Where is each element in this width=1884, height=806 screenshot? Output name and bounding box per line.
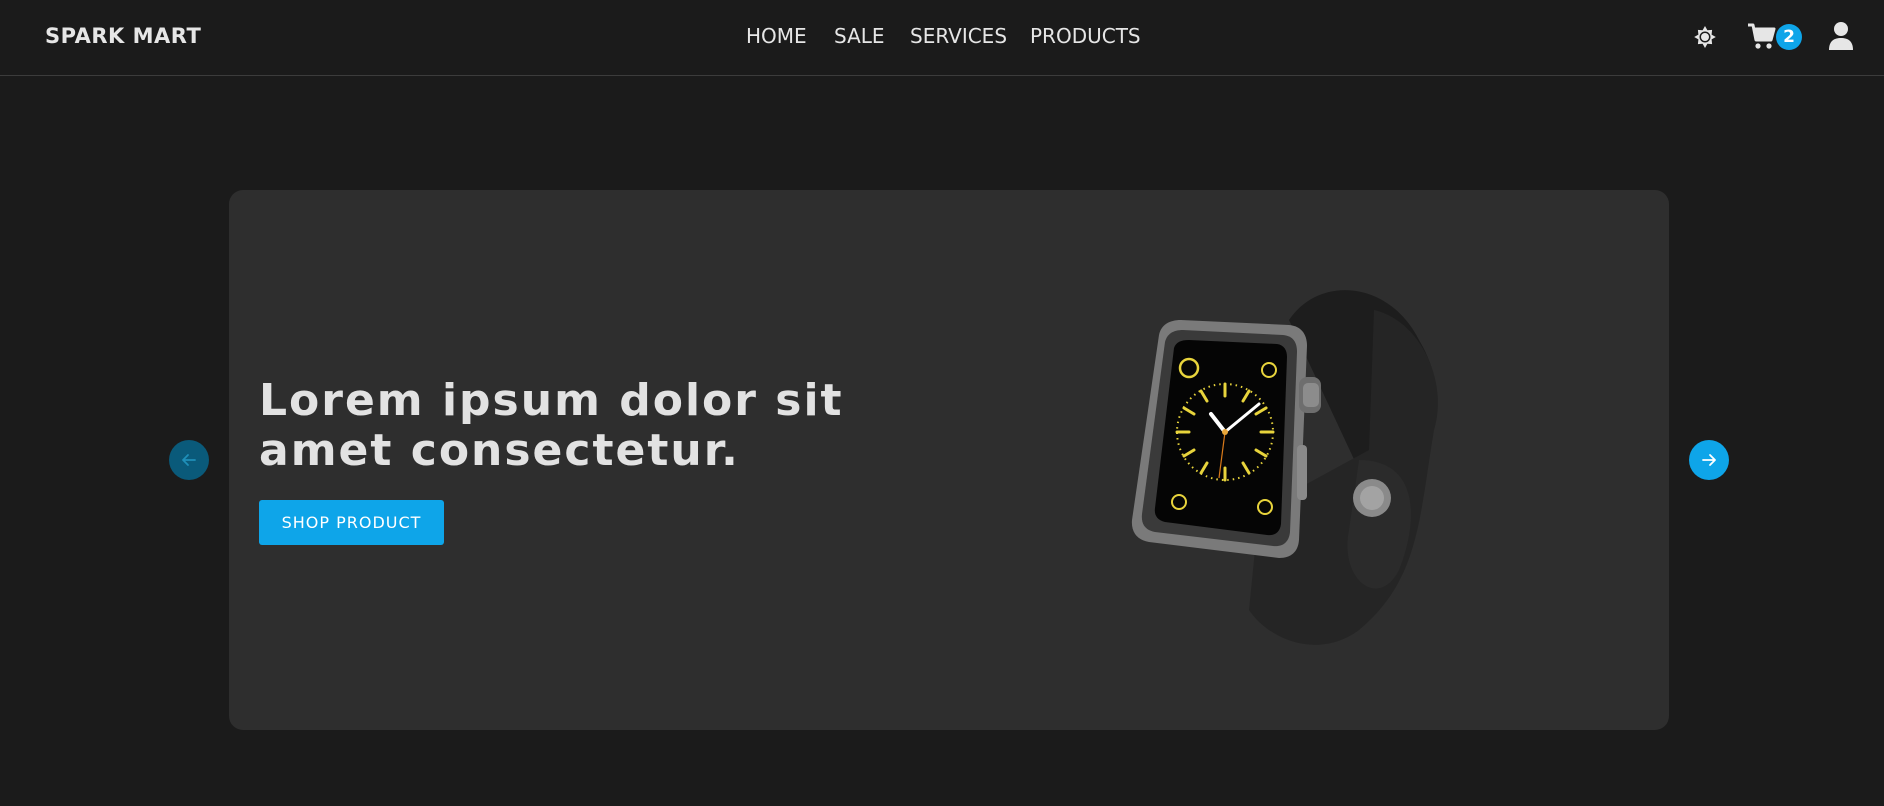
nav-sale-link[interactable]: SALE: [834, 24, 885, 48]
nav-services-link[interactable]: SERVICES: [910, 24, 1007, 48]
main-nav: HOME SALE SERVICES PRODUCTS: [0, 24, 1884, 52]
cart-count-badge: 2: [1776, 24, 1802, 50]
navbar: SPARK MART HOME SALE SERVICES PRODUCTS 2: [0, 0, 1884, 76]
hero-title: Lorem ipsum dolor sit amet consectetur.: [259, 375, 844, 476]
cart-icon: [1748, 23, 1776, 49]
hero-banner: Lorem ipsum dolor sit amet consectetur. …: [229, 190, 1669, 730]
arrow-left-icon: [182, 454, 196, 466]
user-icon: [1829, 22, 1853, 50]
smartwatch-image: [1131, 290, 1438, 645]
theme-toggle-button[interactable]: [1690, 22, 1720, 52]
nav-home-link[interactable]: HOME: [746, 24, 807, 48]
nav-products-link[interactable]: PRODUCTS: [1030, 24, 1141, 48]
carousel-prev-button[interactable]: [169, 440, 209, 480]
sun-icon: [1694, 26, 1716, 48]
user-account-button[interactable]: [1826, 20, 1856, 52]
cart-button[interactable]: 2: [1746, 20, 1804, 52]
shop-product-button[interactable]: SHOP PRODUCT: [259, 500, 444, 545]
carousel-next-button[interactable]: [1689, 440, 1729, 480]
arrow-right-icon: [1702, 454, 1716, 466]
